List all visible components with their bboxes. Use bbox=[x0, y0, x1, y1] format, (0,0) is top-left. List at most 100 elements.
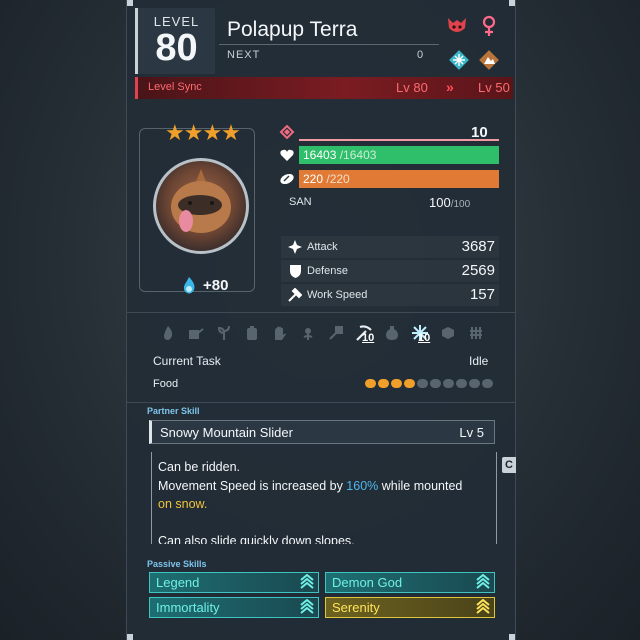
description-line: Can also slide quickly down slopes. bbox=[158, 533, 355, 545]
pal-portrait bbox=[153, 158, 249, 254]
panel-corner bbox=[127, 634, 133, 640]
partner-skill-description: Can be ridden. Movement Speed is increas… bbox=[151, 452, 497, 544]
female-gender-icon bbox=[477, 14, 501, 38]
work-speed-label: Work Speed bbox=[307, 289, 368, 301]
level-sync-from: Lv 80 bbox=[396, 80, 428, 95]
ground-element-icon bbox=[477, 48, 501, 72]
passive-skill-serenity[interactable]: Serenity bbox=[325, 597, 495, 618]
description-highlight: on snow. bbox=[158, 497, 208, 511]
passive-skill-name: Serenity bbox=[332, 600, 380, 615]
next-exp-value: 0 bbox=[417, 49, 424, 61]
transporting-icon[interactable] bbox=[437, 322, 459, 344]
level-sync-arrow: » bbox=[446, 79, 454, 95]
level-sync-to: Lv 50 bbox=[478, 80, 510, 95]
soul-bonus-value: +80 bbox=[203, 277, 229, 294]
stomach-text: 220 /220 bbox=[303, 172, 350, 186]
attack-value: 3687 bbox=[461, 238, 495, 255]
attack-row: Attack 3687 bbox=[281, 236, 499, 258]
partner-skill-section-label: Partner Skill bbox=[147, 406, 200, 416]
cooling-icon[interactable]: 10 bbox=[409, 322, 431, 344]
farming-icon[interactable] bbox=[465, 322, 487, 344]
level-sync-label: Level Sync bbox=[148, 81, 202, 93]
defense-label: Defense bbox=[307, 265, 348, 277]
stomach-current: 220 bbox=[303, 172, 324, 186]
handiwork-icon[interactable] bbox=[269, 322, 291, 344]
san-value: 100/100 bbox=[429, 195, 470, 210]
rank-up-icon bbox=[300, 573, 314, 593]
passive-skill-name: Immortality bbox=[156, 600, 220, 615]
passive-skill-immortality[interactable]: Immortality bbox=[149, 597, 319, 618]
food-pip-empty bbox=[469, 379, 480, 388]
hp-max: /16403 bbox=[339, 148, 377, 162]
work-speed-value: 157 bbox=[469, 286, 495, 303]
food-pip-empty bbox=[417, 379, 428, 388]
rank-stars: ★★★★ bbox=[165, 120, 241, 145]
defense-row: Defense 2569 bbox=[281, 260, 499, 282]
condenser-rank-icon bbox=[279, 124, 295, 140]
food-pip-empty bbox=[482, 379, 493, 388]
panel-corner bbox=[509, 0, 515, 6]
rank-progress-bar bbox=[299, 139, 499, 141]
attack-label: Attack bbox=[307, 241, 338, 253]
work-speed-icon bbox=[287, 287, 303, 303]
passive-skill-name: Demon God bbox=[332, 575, 403, 590]
rank-up-icon bbox=[476, 598, 490, 618]
work-suitability-row: 10 10 bbox=[157, 322, 497, 346]
description-line: Can be ridden. bbox=[158, 460, 241, 474]
lumbering-icon[interactable] bbox=[325, 322, 347, 344]
partner-skill-name: Snowy Mountain Slider bbox=[160, 425, 293, 440]
kindling-icon[interactable] bbox=[157, 322, 179, 344]
work-speed-row: Work Speed 157 bbox=[281, 284, 499, 306]
pal-detail-panel: LEVEL 80 Polapup Terra NEXT 0 Level Sync… bbox=[126, 0, 516, 640]
cooling-level: 10 bbox=[418, 332, 431, 344]
medicine-icon[interactable] bbox=[381, 322, 403, 344]
section-divider bbox=[127, 402, 515, 403]
name-box: Polapup Terra NEXT 0 bbox=[219, 8, 509, 74]
condenser-rank-value: 10 bbox=[471, 124, 488, 141]
san-label: SAN bbox=[289, 196, 312, 208]
stomach-max: /220 bbox=[326, 172, 350, 186]
hp-current: 16403 bbox=[303, 148, 337, 162]
partner-skill-header[interactable]: Snowy Mountain Slider Lv 5 bbox=[149, 420, 495, 444]
boss-icon bbox=[445, 14, 469, 38]
hp-text: 16403 /16403 bbox=[303, 148, 376, 162]
heart-icon bbox=[279, 147, 295, 163]
section-divider bbox=[127, 312, 515, 313]
gathering-icon[interactable] bbox=[297, 322, 319, 344]
rank-up-icon bbox=[476, 573, 490, 593]
food-pip-filled bbox=[391, 379, 402, 388]
speed-bonus-value: 160% bbox=[346, 478, 379, 493]
passive-skill-demon-god[interactable]: Demon God bbox=[325, 572, 495, 593]
rank-up-icon bbox=[300, 598, 314, 618]
mining-level: 10 bbox=[362, 332, 375, 344]
current-task-label: Current Task bbox=[153, 354, 221, 368]
current-task-value: Idle bbox=[469, 354, 489, 368]
mining-icon[interactable]: 10 bbox=[353, 322, 375, 344]
food-pip-filled bbox=[365, 379, 376, 388]
pal-portrait-image bbox=[171, 169, 231, 233]
scroll-hint-tab[interactable]: C bbox=[502, 457, 516, 473]
description-text: Movement Speed is increased by bbox=[158, 478, 347, 493]
food-pip-filled bbox=[404, 379, 415, 388]
food-pip-empty bbox=[430, 379, 441, 388]
description-text: while mounted bbox=[378, 478, 463, 493]
stomach-bar: 220 /220 bbox=[299, 170, 499, 188]
description-line: Movement Speed is increased by 160% whil… bbox=[158, 477, 490, 496]
food-pip-empty bbox=[443, 379, 454, 388]
planting-icon[interactable] bbox=[213, 322, 235, 344]
attack-icon bbox=[287, 239, 303, 255]
passive-skill-legend[interactable]: Legend bbox=[149, 572, 319, 593]
food-pip-empty bbox=[456, 379, 467, 388]
name-divider bbox=[219, 44, 439, 45]
pal-soul-icon bbox=[179, 276, 199, 296]
level-value: 80 bbox=[155, 27, 198, 69]
watering-icon[interactable] bbox=[185, 322, 207, 344]
defense-value: 2569 bbox=[461, 262, 495, 279]
passive-skills-section-label: Passive Skills bbox=[147, 559, 207, 569]
panel-corner bbox=[127, 0, 133, 6]
food-pip-filled bbox=[378, 379, 389, 388]
next-exp-label: NEXT bbox=[227, 49, 261, 61]
electricity-icon[interactable] bbox=[241, 322, 263, 344]
pal-name[interactable]: Polapup Terra bbox=[227, 18, 357, 42]
